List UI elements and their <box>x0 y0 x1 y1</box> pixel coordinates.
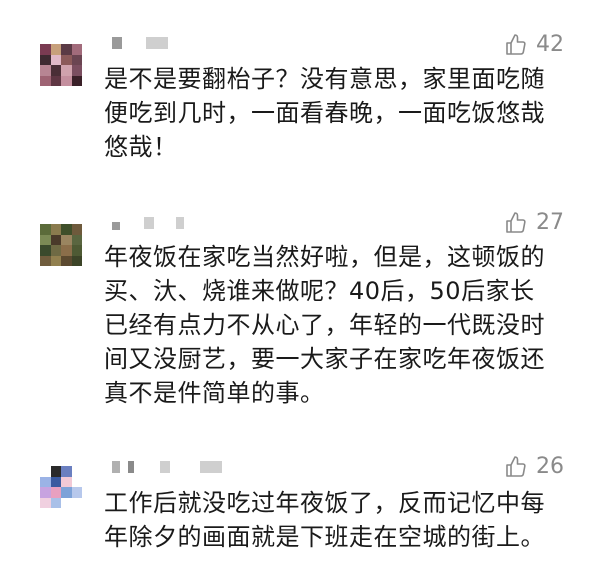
thumbs-up-icon <box>506 211 526 233</box>
comment-text: 年夜饭在家吃当然好啦，但是，这顿饭的 买、汏、烧谁来做呢？40后，50后家长 已… <box>104 243 545 407</box>
avatar-pixel <box>50 44 61 55</box>
avatar-pixel <box>40 255 51 266</box>
avatar-pixel <box>71 487 82 498</box>
avatar-pixel <box>40 476 51 487</box>
avatar-pixel <box>61 65 72 76</box>
avatar-pixel <box>71 224 82 235</box>
avatar-pixel <box>71 44 82 55</box>
avatar-pixel <box>61 54 72 65</box>
avatar-pixel <box>40 224 51 235</box>
username-redacted[interactable] <box>112 36 168 50</box>
avatar[interactable] <box>40 224 82 266</box>
like-button[interactable]: 27 <box>504 210 564 235</box>
avatar-pixel <box>61 487 72 498</box>
avatar-pixel <box>61 44 72 55</box>
avatar-pixel <box>50 255 61 266</box>
username-redacted[interactable] <box>112 460 222 474</box>
avatar-pixel <box>50 234 61 245</box>
avatar-pixel <box>40 44 51 55</box>
avatar-pixel <box>61 476 72 487</box>
avatar-pixel <box>61 466 72 477</box>
avatar-pixel <box>50 54 61 65</box>
avatar-pixel <box>61 497 72 508</box>
avatar-pixel <box>61 234 72 245</box>
avatar-pixel <box>40 54 51 65</box>
avatar-pixel <box>40 75 51 86</box>
avatar-pixel <box>71 65 82 76</box>
like-count: 27 <box>536 210 564 235</box>
avatar-pixel <box>50 487 61 498</box>
avatar-pixel <box>71 54 82 65</box>
like-button[interactable]: 42 <box>504 32 564 57</box>
avatar-pixel <box>40 466 51 477</box>
like-count: 42 <box>536 32 564 57</box>
avatar-pixel <box>50 466 61 477</box>
avatar-pixel <box>71 497 82 508</box>
avatar-pixel <box>71 234 82 245</box>
comment-text: 是不是要翻枱子？没有意思，家里面吃随 便吃到几时，一面看春晚，一面吃饭悠哉 悠哉… <box>104 65 545 161</box>
avatar-pixel <box>40 245 51 256</box>
comment-text: 工作后就没吃过年夜饭了，反而记忆中每 年除夕的画面就是下班走在空城的街上。 <box>104 489 545 551</box>
avatar-pixel <box>40 487 51 498</box>
thumbs-up-icon <box>506 455 526 477</box>
avatar-pixel <box>50 476 61 487</box>
avatar[interactable] <box>40 466 82 508</box>
avatar-pixel <box>40 497 51 508</box>
avatar-pixel <box>50 224 61 235</box>
avatar-pixel <box>50 245 61 256</box>
avatar-pixel <box>61 224 72 235</box>
avatar-pixel <box>40 234 51 245</box>
avatar-pixel <box>40 65 51 76</box>
thumbs-up-icon <box>506 33 526 55</box>
avatar-pixel <box>71 245 82 256</box>
avatar-pixel <box>61 255 72 266</box>
avatar-pixel <box>61 245 72 256</box>
avatar-pixel <box>71 466 82 477</box>
avatar-pixel <box>50 497 61 508</box>
avatar-pixel <box>61 75 72 86</box>
avatar-pixel <box>50 65 61 76</box>
avatar[interactable] <box>40 44 82 86</box>
avatar-pixel <box>71 255 82 266</box>
avatar-pixel <box>50 75 61 86</box>
avatar-pixel <box>71 476 82 487</box>
like-button[interactable]: 26 <box>504 454 564 479</box>
username-redacted[interactable] <box>112 216 184 230</box>
avatar-pixel <box>71 75 82 86</box>
like-count: 26 <box>536 454 564 479</box>
